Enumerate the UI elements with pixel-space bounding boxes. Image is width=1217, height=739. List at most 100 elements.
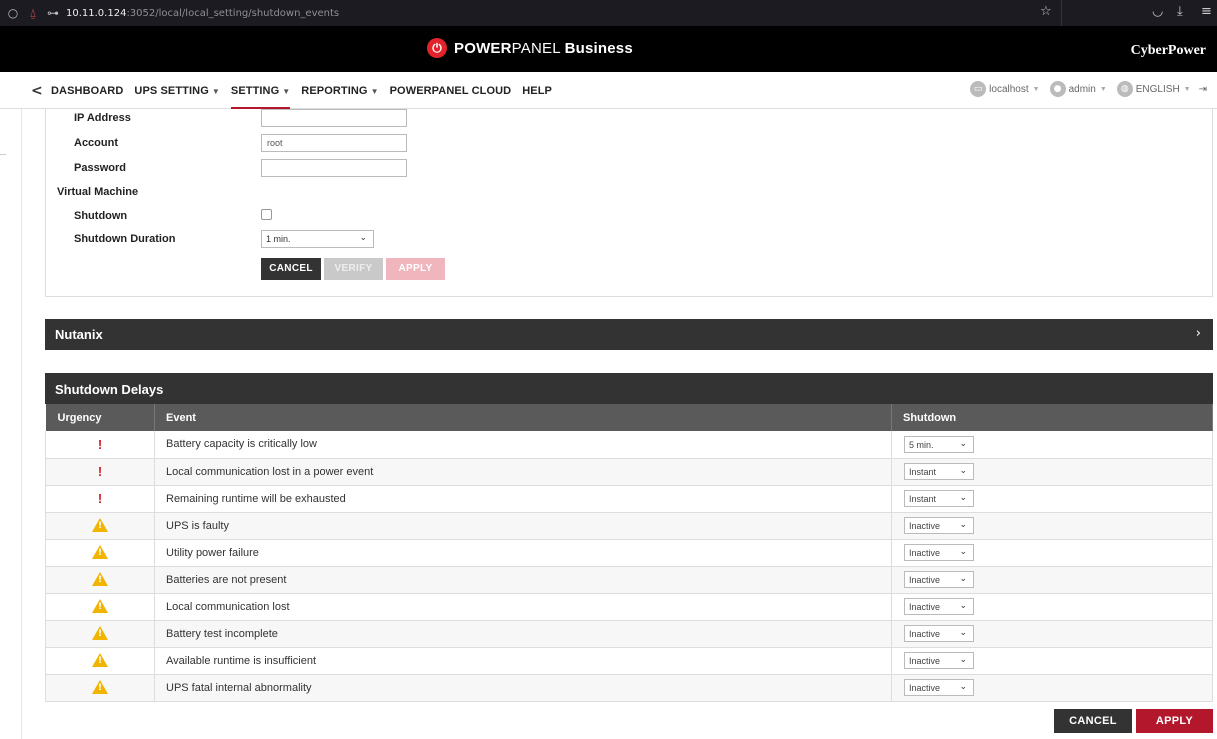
chevron-down-icon: ⌄ — [959, 574, 967, 584]
urgency-cell — [45, 620, 155, 648]
logout-icon[interactable]: ⇥ — [1199, 84, 1207, 95]
chevron-down-icon: ⌄ — [959, 493, 967, 503]
warning-triangle-icon — [92, 626, 108, 640]
nav-reporting[interactable]: REPORTING ▼ — [301, 72, 378, 109]
chevron-down-icon: ⌄ — [959, 438, 967, 449]
nutanix-section-header[interactable]: Nutanix › — [45, 319, 1213, 350]
col-shutdown: Shutdown — [891, 404, 1213, 431]
bookmark-star-icon[interactable]: ☆ — [1040, 4, 1052, 19]
shutdown-delays-table: Urgency Event Shutdown ! Battery capacity… — [45, 404, 1213, 702]
caret-down-icon: ▼ — [1032, 85, 1040, 93]
user-label: admin — [1068, 83, 1096, 95]
exclamation-icon: ! — [97, 436, 103, 452]
chevron-down-icon: ⌄ — [959, 628, 967, 638]
account-label: Account — [74, 137, 118, 149]
shutdown-delay-select[interactable]: Inactive ⌄ — [904, 517, 974, 534]
shutdown-delay-select[interactable]: 5 min. ⌄ — [904, 435, 974, 453]
pocket-icon[interactable]: ◡ — [1152, 4, 1163, 19]
shutdown-cell: Inactive ⌄ — [891, 593, 1213, 621]
table-row: ! Battery capacity is critically low 5 min… — [45, 431, 1213, 459]
verify-button[interactable]: VERIFY — [324, 258, 383, 280]
shutdown-delay-value: Instant — [909, 494, 937, 504]
user-menu[interactable]: ● admin ▼ — [1049, 81, 1107, 97]
urgency-cell — [45, 512, 155, 540]
shutdown-duration-select[interactable]: 1 min. ⌄ — [261, 230, 374, 248]
language-selector[interactable]: ◍ ENGLISH ▼ — [1116, 81, 1191, 97]
shutdown-delay-select[interactable]: Inactive ⌄ — [904, 544, 974, 561]
exclamation-icon: ! — [97, 491, 103, 506]
account-input[interactable] — [261, 134, 407, 152]
shutdown-delay-select[interactable]: Inactive ⌄ — [904, 625, 974, 642]
host-selector[interactable]: ▭ localhost ▼ — [970, 81, 1040, 97]
urgency-cell — [45, 647, 155, 675]
menu-icon[interactable]: ≡ — [1201, 4, 1212, 19]
shutdown-delay-select[interactable]: Inactive ⌄ — [904, 652, 974, 669]
download-icon[interactable]: ⤓ — [1177, 4, 1183, 19]
shutdown-cell: Instant ⌄ — [891, 485, 1213, 513]
chevron-down-icon: ⌄ — [359, 233, 367, 243]
urgency-cell — [45, 539, 155, 567]
shutdown-delay-select[interactable]: Instant ⌄ — [904, 463, 974, 480]
event-cell: Available runtime is insufficient — [154, 647, 892, 675]
event-cell: Local communication lost in a power even… — [154, 458, 892, 486]
warning-triangle-icon — [92, 518, 108, 532]
chevron-down-icon: ⌄ — [959, 655, 967, 665]
logo-text: POWERPANEL Business — [454, 39, 633, 57]
form-apply-button[interactable]: APPLY — [386, 258, 445, 280]
credentials-panel: IP Address Account Password Virtual Mach… — [45, 109, 1213, 297]
table-row: Available runtime is insufficient Inactiv… — [45, 647, 1213, 675]
shutdown-delay-value: Inactive — [909, 521, 941, 531]
chevron-down-icon: ⌄ — [959, 601, 967, 611]
caret-down-icon: ▼ — [1099, 85, 1107, 93]
event-cell: Remaining runtime will be exhausted — [154, 485, 892, 513]
form-cancel-button[interactable]: CANCEL — [261, 258, 321, 280]
shutdown-cell: Inactive ⌄ — [891, 566, 1213, 594]
shutdown-delay-value: Inactive — [909, 683, 941, 693]
ip-address-input[interactable] — [261, 109, 407, 127]
nav-setting[interactable]: SETTING ▼ — [230, 72, 291, 109]
nav-powerpanel-cloud[interactable]: POWERPANEL CLOUD — [390, 72, 512, 109]
chevron-right-icon[interactable]: › — [1196, 326, 1201, 341]
table-row: Utility power failure Inactive ⌄ — [45, 539, 1213, 567]
shutdown-delay-select[interactable]: Instant ⌄ — [904, 490, 974, 507]
table-row: Local communication lost Inactive ⌄ — [45, 593, 1213, 621]
shutdown-delay-value: Inactive — [909, 629, 941, 639]
back-chevron-icon[interactable]: < — [31, 83, 43, 99]
url-bar[interactable] — [0, 0, 1062, 26]
urgency-cell — [45, 674, 155, 702]
nav-dashboard[interactable]: DASHBOARD — [51, 72, 123, 109]
host-label: localhost — [989, 83, 1029, 95]
nav-ups-setting[interactable]: UPS SETTING ▼ — [134, 72, 219, 109]
shutdown-delay-select[interactable]: Inactive ⌄ — [904, 571, 974, 588]
apply-button[interactable]: APPLY — [1136, 709, 1213, 733]
col-urgency: Urgency — [45, 404, 155, 431]
chevron-down-icon: ⌄ — [959, 682, 967, 692]
urgency-cell — [45, 566, 155, 594]
powerpanel-logo[interactable]: ⏻ POWERPANEL Business — [427, 38, 633, 58]
table-row: ! Remaining runtime will be exhausted Inst… — [45, 485, 1213, 513]
monitor-icon: ▭ — [970, 81, 987, 97]
caret-down-icon: ▼ — [211, 87, 220, 96]
sidebar-mark — [0, 154, 6, 155]
shutdown-label: Shutdown — [74, 210, 128, 222]
shutdown-delay-select[interactable]: Inactive ⌄ — [904, 598, 974, 615]
warning-triangle-icon — [92, 599, 108, 613]
duration-value: 1 min. — [266, 234, 291, 244]
nav-help[interactable]: HELP — [522, 72, 552, 109]
shutdown-cell: Inactive ⌄ — [891, 512, 1213, 540]
shutdown-cell: Inactive ⌄ — [891, 620, 1213, 648]
password-input[interactable] — [261, 159, 407, 177]
shutdown-delay-value: Inactive — [909, 656, 941, 666]
event-cell: Battery test incomplete — [154, 620, 892, 648]
main-nav: < DASHBOARD UPS SETTING ▼ SETTING ▼ REPORT… — [0, 72, 1217, 109]
shutdown-delays-title: Shutdown Delays — [55, 382, 164, 397]
event-cell: Utility power failure — [154, 539, 892, 567]
shutdown-checkbox[interactable] — [261, 209, 272, 220]
cancel-button[interactable]: CANCEL — [1054, 709, 1132, 733]
nutanix-title: Nutanix — [55, 327, 103, 342]
shutdown-cell: 5 min. ⌄ — [891, 431, 1213, 459]
urgency-cell: ! — [45, 485, 155, 513]
table-row: Battery test incomplete Inactive ⌄ — [45, 620, 1213, 648]
shutdown-delay-select[interactable]: Inactive ⌄ — [904, 679, 974, 696]
table-row: ! Local communication lost in a power eve… — [45, 458, 1213, 486]
